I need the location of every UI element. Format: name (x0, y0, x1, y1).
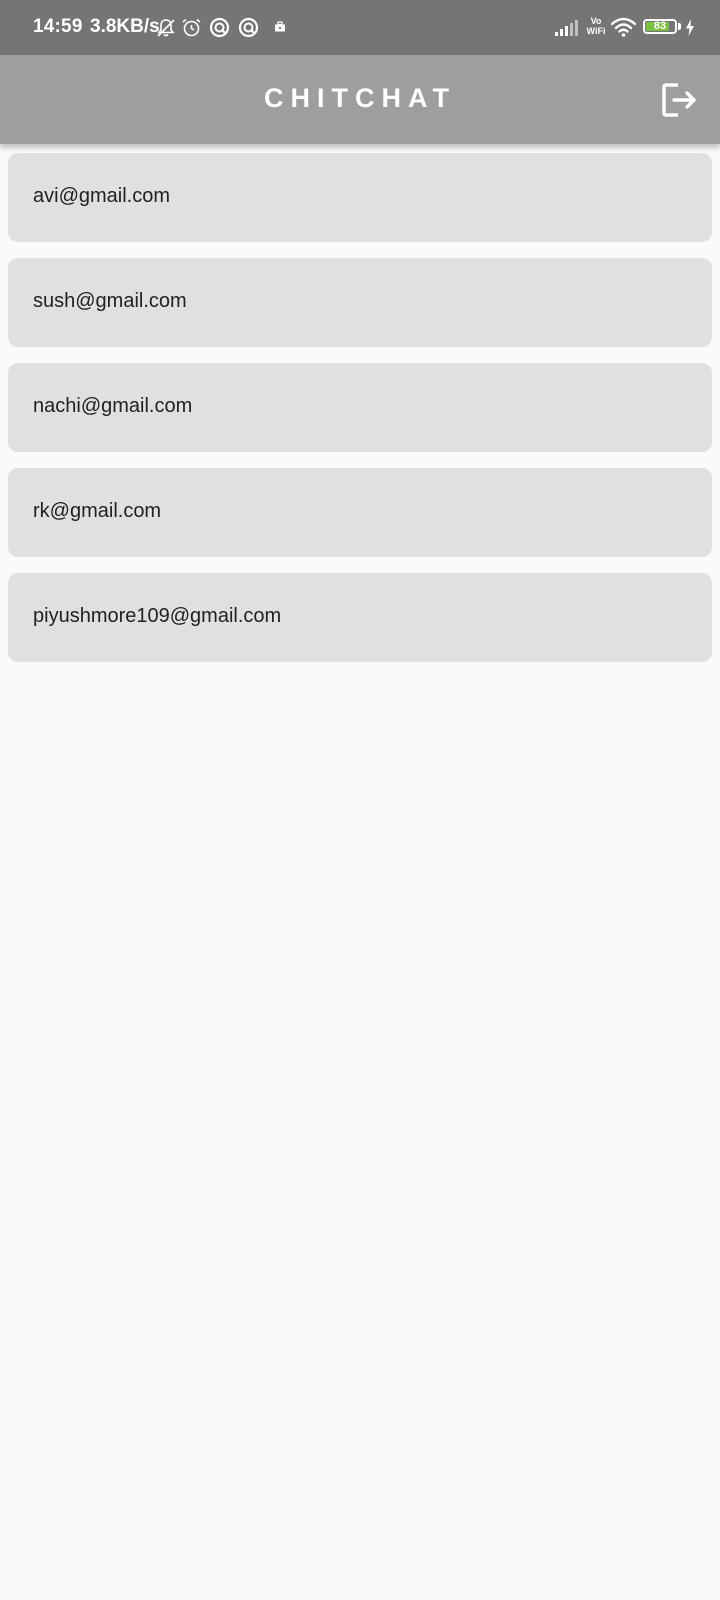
status-bar: 14:59 3.8KB/s Vo WiFi 83 (0, 0, 720, 55)
list-item[interactable]: nachi@gmail.com (8, 363, 712, 452)
list-item[interactable]: sush@gmail.com (8, 258, 712, 347)
list-item[interactable]: rk@gmail.com (8, 468, 712, 557)
signal-icon (555, 20, 578, 36)
vowifi-top: Vo (590, 16, 602, 26)
alarm-icon (182, 18, 201, 37)
list-item[interactable]: piyushmore109@gmail.com (8, 573, 712, 662)
app-bar: CHITCHAT (0, 55, 720, 144)
vowifi-indicator: Vo WiFi (585, 16, 607, 36)
battery-icon: 83 (643, 19, 677, 34)
logout-button[interactable] (660, 80, 700, 120)
user-email: sush@gmail.com (33, 290, 187, 312)
battery-nub (678, 23, 681, 30)
briefcase-icon (275, 21, 285, 32)
user-email: rk@gmail.com (33, 500, 162, 522)
user-email: nachi@gmail.com (33, 395, 193, 417)
app-notification-icon (238, 17, 259, 38)
network-speed: 3.8KB/s (90, 16, 160, 37)
app-notification-icon (209, 17, 230, 38)
wifi-icon (611, 17, 636, 37)
vowifi-bottom: WiFi (586, 26, 606, 36)
status-time: 14:59 (33, 16, 83, 37)
charging-icon (686, 19, 694, 36)
logout-icon (662, 83, 696, 117)
user-email: avi@gmail.com (33, 185, 171, 207)
notifications-off-icon (157, 19, 175, 37)
app-title: CHITCHAT (264, 83, 456, 113)
list-item[interactable]: avi@gmail.com (8, 153, 712, 242)
battery-level: 83 (653, 20, 667, 32)
user-email: piyushmore109@gmail.com (33, 605, 282, 627)
user-list: avi@gmail.com sush@gmail.com nachi@gmail… (8, 153, 712, 678)
